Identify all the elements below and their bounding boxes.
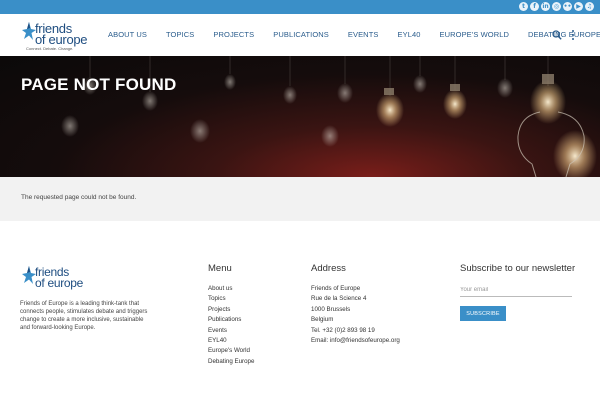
- footer-link-debating-europe[interactable]: Debating Europe: [208, 357, 254, 367]
- footer-link-about-us[interactable]: About us: [208, 284, 254, 294]
- newsletter-title: Subscribe to our newsletter: [460, 263, 576, 274]
- newsletter-email-input[interactable]: [460, 284, 572, 297]
- address-line: Belgium: [311, 316, 334, 324]
- social-bar: t f in ◎ •• ▶ ♫: [0, 0, 600, 14]
- nav-publications[interactable]: PUBLICATIONS: [273, 30, 329, 39]
- logo-line-2: of europe: [35, 32, 88, 47]
- nav-europes-world[interactable]: EUROPE'S WORLD: [440, 30, 510, 39]
- footer-menu: About us Topics Projects Publications Ev…: [208, 284, 254, 367]
- footer-link-topics[interactable]: Topics: [208, 294, 254, 304]
- instagram-icon[interactable]: ◎: [552, 2, 561, 11]
- flickr-icon[interactable]: ••: [563, 2, 572, 11]
- logo-tagline: Connect. Debate. Change.: [26, 46, 74, 51]
- error-notice: The requested page could not be found.: [0, 177, 600, 221]
- footer-link-events[interactable]: Events: [208, 326, 254, 336]
- site-header: friends of europe Connect. Debate. Chang…: [0, 14, 600, 56]
- site-logo[interactable]: friends of europe Connect. Debate. Chang…: [21, 21, 91, 51]
- twitter-icon[interactable]: t: [519, 2, 528, 11]
- nav-projects[interactable]: PROJECTS: [213, 30, 254, 39]
- social-links: t f in ◎ •• ▶ ♫: [519, 2, 594, 11]
- footer-link-europes-world[interactable]: Europe's World: [208, 346, 254, 356]
- nav-topics[interactable]: TOPICS: [166, 30, 194, 39]
- error-message: The requested page could not be found.: [21, 194, 137, 201]
- hero-banner: PAGE NOT FOUND: [0, 56, 600, 177]
- footer-address-title: Address: [311, 263, 346, 274]
- search-icon[interactable]: [552, 30, 562, 40]
- subscribe-button[interactable]: SUBSCRIBE: [460, 306, 506, 321]
- more-menu-icon[interactable]: [572, 30, 575, 41]
- phone-line[interactable]: Tel. +32 (0)2 893 98 19: [311, 326, 400, 336]
- site-footer: friends of europe Friends of Europe is a…: [0, 221, 600, 400]
- youtube-icon[interactable]: ▶: [574, 2, 583, 11]
- footer-link-publications[interactable]: Publications: [208, 315, 254, 325]
- footer-link-eyl40[interactable]: EYL40: [208, 336, 254, 346]
- footer-menu-title: Menu: [208, 263, 232, 274]
- nav-about-us[interactable]: ABOUT US: [108, 30, 147, 39]
- nav-eyl40[interactable]: EYL40: [397, 30, 420, 39]
- footer-address: Friends of Europe Rue de la Science 4 10…: [311, 284, 400, 346]
- main-nav: ABOUT US TOPICS PROJECTS PUBLICATIONS EV…: [108, 30, 600, 39]
- linkedin-icon[interactable]: in: [541, 2, 550, 11]
- footer-link-projects[interactable]: Projects: [208, 305, 254, 315]
- nav-events[interactable]: EVENTS: [348, 30, 379, 39]
- about-text: Friends of Europe is a leading think-tan…: [20, 301, 148, 331]
- nav-debating-europe[interactable]: DEBATING EUROPE: [528, 30, 600, 39]
- address-line: 1000 Brussels: [311, 305, 351, 313]
- podcast-icon[interactable]: ♫: [585, 2, 594, 11]
- footer-logo-line-2: of europe: [35, 276, 84, 290]
- address-line: Friends of Europe: [311, 285, 361, 292]
- footer-logo[interactable]: friends of europe: [21, 265, 96, 291]
- facebook-icon[interactable]: f: [530, 2, 539, 11]
- page-title: PAGE NOT FOUND: [21, 75, 177, 94]
- email-line[interactable]: Email: info@friendsofeurope.org: [311, 336, 400, 346]
- address-line: Rue de la Science 4: [311, 295, 367, 303]
